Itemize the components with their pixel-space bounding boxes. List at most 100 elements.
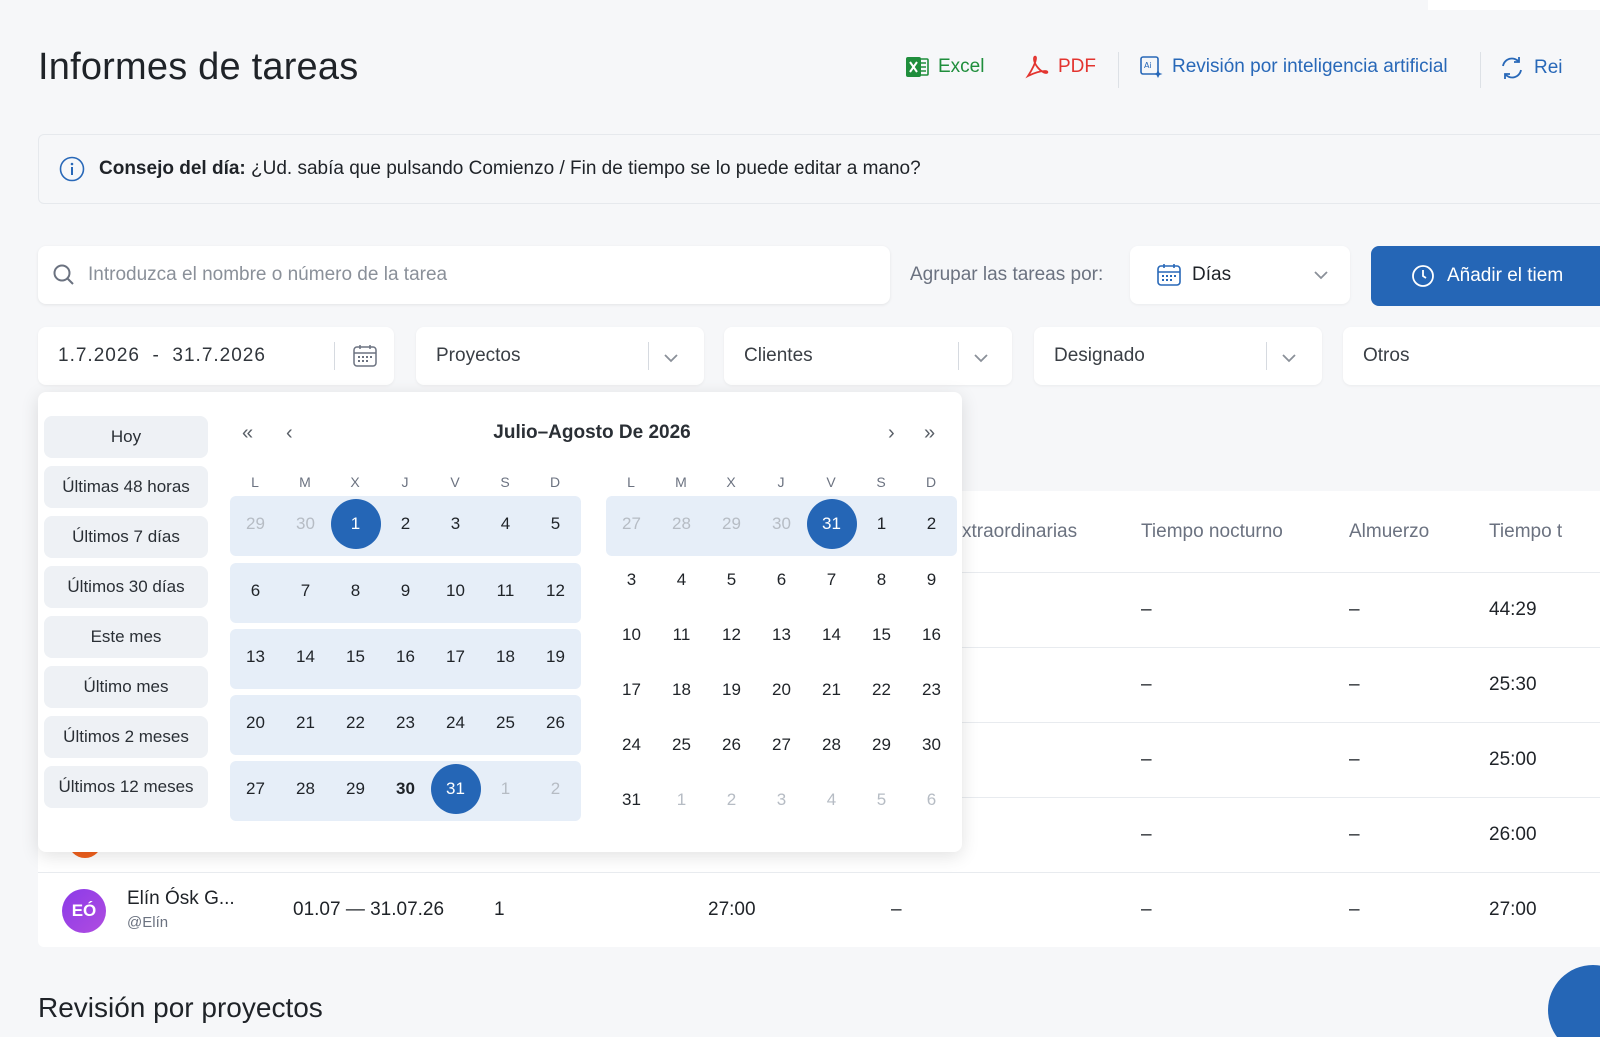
calendar-day[interactable]: 26 xyxy=(531,698,581,748)
calendar-day[interactable]: 24 xyxy=(431,698,481,748)
calendar-day[interactable]: 6 xyxy=(231,566,281,616)
calendar-day[interactable]: 28 xyxy=(657,499,707,549)
next-year-button[interactable]: » xyxy=(924,422,935,445)
calendar-day[interactable]: 14 xyxy=(807,610,857,660)
calendar-day[interactable]: 11 xyxy=(481,566,531,616)
calendar-day[interactable]: 3 xyxy=(757,775,807,825)
preset-last-30-days[interactable]: Últimos 30 días xyxy=(44,566,208,608)
calendar-day[interactable]: 10 xyxy=(607,610,657,660)
calendar-day[interactable]: 1 xyxy=(481,764,531,814)
calendar-day[interactable]: 30 xyxy=(381,764,431,814)
calendar-day[interactable]: 31 xyxy=(430,764,481,814)
calendar-day[interactable]: 14 xyxy=(281,632,331,682)
calendar-day[interactable]: 5 xyxy=(857,775,907,825)
calendar-day[interactable]: 13 xyxy=(757,610,807,660)
group-by-select[interactable]: Días xyxy=(1130,246,1350,304)
column-header-lunch[interactable]: Almuerzo xyxy=(1349,521,1429,543)
calendar-day[interactable]: 1 xyxy=(857,499,907,549)
calendar-day[interactable]: 30 xyxy=(281,499,331,549)
calendar-day[interactable]: 21 xyxy=(807,665,857,715)
calendar-day[interactable]: 4 xyxy=(657,555,707,605)
calendar-day[interactable]: 16 xyxy=(907,610,957,660)
calendar-day[interactable]: 24 xyxy=(607,720,657,770)
calendar-day[interactable]: 2 xyxy=(531,764,581,814)
assigned-filter[interactable]: Designado xyxy=(1034,327,1322,385)
calendar-day[interactable]: 19 xyxy=(531,632,581,682)
calendar-day[interactable]: 31 xyxy=(607,775,657,825)
preset-last-month[interactable]: Último mes xyxy=(44,666,208,708)
calendar-day[interactable]: 5 xyxy=(531,499,581,549)
reset-button[interactable]: Rei xyxy=(1498,54,1563,82)
calendar-day[interactable]: 29 xyxy=(331,764,381,814)
calendar-day[interactable]: 7 xyxy=(281,566,331,616)
column-header-total-time[interactable]: Tiempo t xyxy=(1489,521,1562,543)
next-month-button[interactable]: › xyxy=(888,422,895,445)
column-header-overtime[interactable]: xtraordinarias xyxy=(962,521,1077,543)
calendar-day[interactable]: 29 xyxy=(707,499,757,549)
calendar-day[interactable]: 30 xyxy=(757,499,807,549)
calendar-icon[interactable] xyxy=(352,343,378,369)
preset-last-7-days[interactable]: Últimos 7 días xyxy=(44,516,208,558)
calendar-day[interactable]: 27 xyxy=(231,764,281,814)
preset-last-2-months[interactable]: Últimos 2 meses xyxy=(44,716,208,758)
calendar-day[interactable]: 29 xyxy=(231,499,281,549)
calendar-day[interactable]: 28 xyxy=(807,720,857,770)
calendar-day[interactable]: 2 xyxy=(707,775,757,825)
calendar-day[interactable]: 21 xyxy=(281,698,331,748)
calendar-day[interactable]: 17 xyxy=(607,665,657,715)
calendar-day[interactable]: 9 xyxy=(381,566,431,616)
preset-last-12-months[interactable]: Últimos 12 meses xyxy=(44,766,208,808)
projects-filter[interactable]: Proyectos xyxy=(416,327,704,385)
calendar-day[interactable]: 12 xyxy=(531,566,581,616)
calendar-day[interactable]: 15 xyxy=(857,610,907,660)
calendar-day[interactable]: 9 xyxy=(907,555,957,605)
calendar-day[interactable]: 20 xyxy=(757,665,807,715)
calendar-day[interactable]: 25 xyxy=(481,698,531,748)
date-range-filter[interactable]: 1.7.2026 - 31.7.2026 xyxy=(38,327,394,385)
calendar-day[interactable]: 4 xyxy=(481,499,531,549)
calendar-day[interactable]: 23 xyxy=(381,698,431,748)
export-excel-button[interactable]: Excel xyxy=(904,54,984,80)
calendar-day[interactable]: 11 xyxy=(657,610,707,660)
calendar-day[interactable]: 5 xyxy=(707,555,757,605)
task-search[interactable] xyxy=(38,246,890,304)
calendar-day[interactable]: 31 xyxy=(806,499,857,549)
calendar-day[interactable]: 6 xyxy=(757,555,807,605)
calendar-day[interactable]: 4 xyxy=(807,775,857,825)
others-filter[interactable]: Otros xyxy=(1343,327,1600,385)
calendar-day[interactable]: 19 xyxy=(707,665,757,715)
calendar-day[interactable]: 3 xyxy=(431,499,481,549)
calendar-day[interactable]: 22 xyxy=(331,698,381,748)
ai-review-button[interactable]: Ai Revisión por inteligencia artificial xyxy=(1138,54,1448,80)
calendar-day[interactable]: 1 xyxy=(657,775,707,825)
calendar-day[interactable]: 27 xyxy=(757,720,807,770)
clients-filter[interactable]: Clientes xyxy=(724,327,1012,385)
preset-today[interactable]: Hoy xyxy=(44,416,208,458)
calendar-day[interactable]: 28 xyxy=(281,764,331,814)
calendar-day[interactable]: 17 xyxy=(431,632,481,682)
calendar-day[interactable]: 8 xyxy=(857,555,907,605)
calendar-day[interactable]: 13 xyxy=(231,632,281,682)
floating-action-button[interactable] xyxy=(1548,965,1600,1037)
column-header-night-time[interactable]: Tiempo nocturno xyxy=(1141,521,1283,543)
calendar-day[interactable]: 1 xyxy=(330,499,381,549)
calendar-day[interactable]: 22 xyxy=(857,665,907,715)
calendar-day[interactable]: 30 xyxy=(907,720,957,770)
calendar-day[interactable]: 18 xyxy=(657,665,707,715)
calendar-day[interactable]: 29 xyxy=(857,720,907,770)
export-pdf-button[interactable]: PDF xyxy=(1024,54,1096,80)
calendar-day[interactable]: 6 xyxy=(907,775,957,825)
calendar-day[interactable]: 27 xyxy=(607,499,657,549)
calendar-day[interactable]: 20 xyxy=(231,698,281,748)
calendar-day[interactable]: 26 xyxy=(707,720,757,770)
calendar-day[interactable]: 18 xyxy=(481,632,531,682)
calendar-day[interactable]: 12 xyxy=(707,610,757,660)
search-input[interactable] xyxy=(88,264,868,286)
add-time-button[interactable]: Añadir el tiem xyxy=(1371,246,1600,306)
calendar-day[interactable]: 2 xyxy=(907,499,957,549)
calendar-day[interactable]: 15 xyxy=(331,632,381,682)
calendar-day[interactable]: 25 xyxy=(657,720,707,770)
calendar-day[interactable]: 23 xyxy=(907,665,957,715)
calendar-day[interactable]: 7 xyxy=(807,555,857,605)
calendar-day[interactable]: 3 xyxy=(607,555,657,605)
